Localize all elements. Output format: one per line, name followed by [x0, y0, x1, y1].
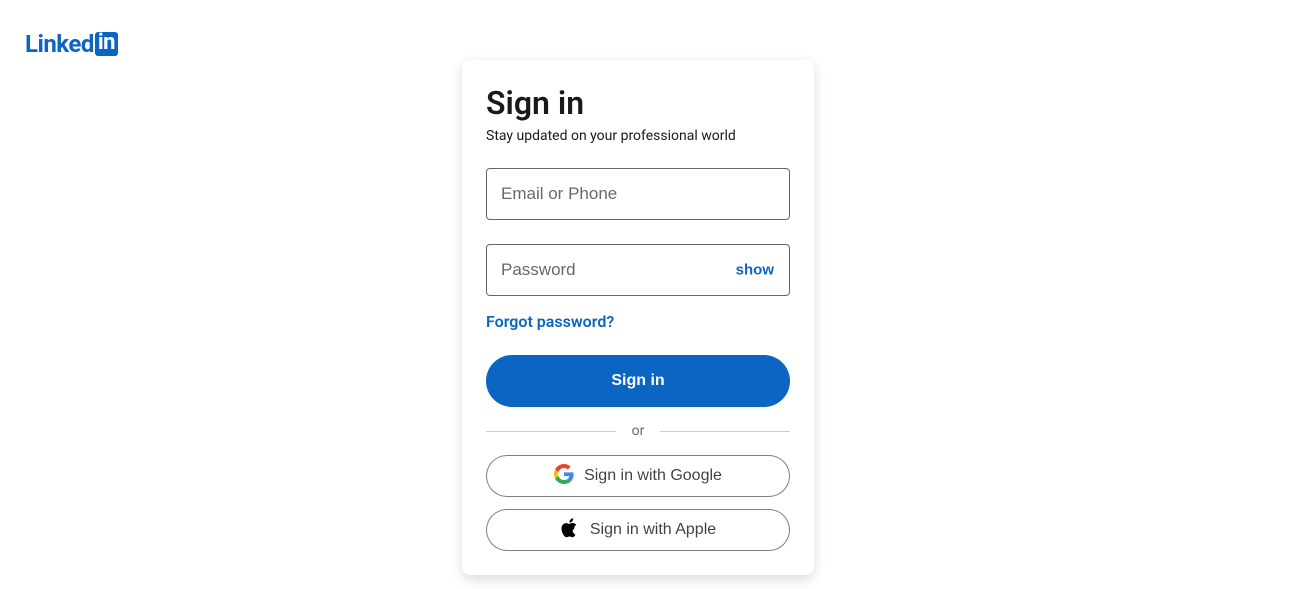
forgot-password-link[interactable]: Forgot password? — [486, 312, 614, 331]
linkedin-logo[interactable]: Linkedin — [25, 30, 118, 58]
page-subtitle: Stay updated on your professional world — [486, 128, 790, 144]
apple-signin-button[interactable]: Sign in with Apple — [486, 509, 790, 551]
email-field[interactable] — [486, 168, 790, 220]
apple-icon — [560, 518, 580, 543]
logo-in-box: in — [95, 32, 118, 56]
google-icon — [554, 464, 574, 489]
show-password-button[interactable]: show — [732, 258, 778, 283]
page-title: Sign in — [486, 84, 790, 122]
divider: or — [486, 423, 790, 439]
signin-button[interactable]: Sign in — [486, 355, 790, 407]
signin-card: Sign in Stay updated on your professiona… — [462, 60, 814, 575]
google-signin-button[interactable]: Sign in with Google — [486, 455, 790, 497]
email-field-wrapper — [486, 168, 790, 220]
logo-text: Linked — [25, 30, 94, 58]
apple-signin-label: Sign in with Apple — [590, 521, 716, 539]
divider-text: or — [616, 423, 661, 439]
google-signin-label: Sign in with Google — [584, 467, 722, 485]
password-field-wrapper: show — [486, 244, 790, 296]
